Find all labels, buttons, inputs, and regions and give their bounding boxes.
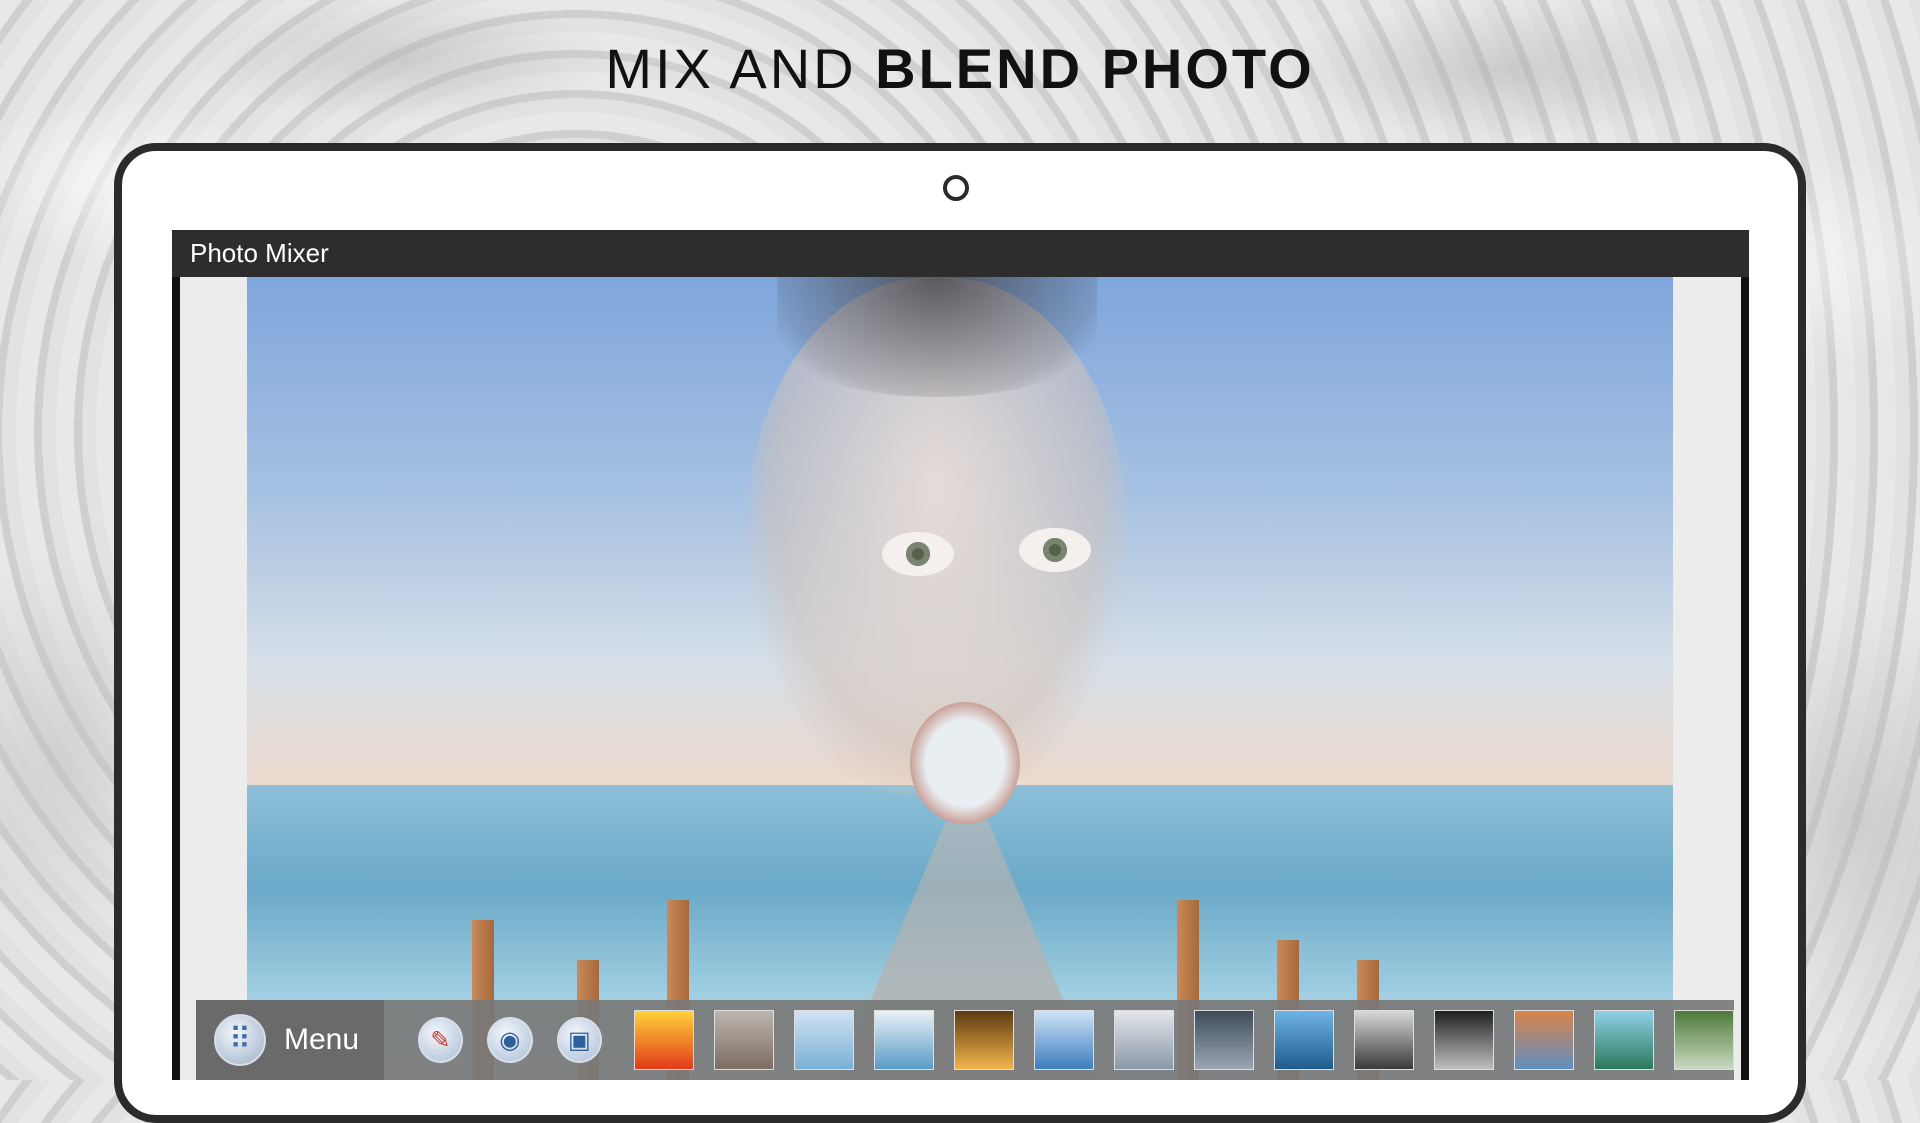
thumb-lighthouse-winter[interactable] <box>1114 1010 1174 1070</box>
apps-grid-icon: ⠿ <box>214 1014 266 1066</box>
thumb-blue-pier[interactable] <box>1274 1010 1334 1070</box>
photo-mouth <box>910 702 1020 824</box>
thumb-sunset[interactable] <box>634 1010 694 1070</box>
thumb-beach-clouds[interactable] <box>874 1010 934 1070</box>
thumb-pier[interactable] <box>794 1010 854 1070</box>
headline-light: MIX AND <box>605 37 857 100</box>
thumb-mountains[interactable] <box>714 1010 774 1070</box>
gallery-icon[interactable]: ▣ <box>556 1017 602 1063</box>
bottom-toolbar: ⠿ Menu ✎ ◉ ▣ <box>196 1000 1734 1080</box>
thumb-swan[interactable] <box>1034 1010 1094 1070</box>
thumb-desert-road[interactable] <box>1514 1010 1574 1070</box>
thumb-waterfall[interactable] <box>1594 1010 1654 1070</box>
photo-left-eye <box>882 532 954 576</box>
blended-photo[interactable] <box>247 277 1673 1080</box>
canvas-area[interactable]: ⠿ Menu ✎ ◉ ▣ <box>180 277 1741 1080</box>
page-headline: MIX AND BLEND PHOTO <box>0 36 1920 101</box>
thumb-lit-room[interactable] <box>954 1010 1014 1070</box>
photo-right-eye <box>1019 528 1091 572</box>
edit-icon[interactable]: ✎ <box>417 1017 464 1063</box>
menu-button[interactable]: ⠿ Menu <box>196 1000 384 1080</box>
webcam-icon <box>943 175 969 201</box>
menu-label: Menu <box>284 1023 360 1056</box>
thumb-forest-stream[interactable] <box>1674 1010 1734 1070</box>
thumb-bw-waterfall[interactable] <box>1354 1010 1414 1070</box>
camera-icon[interactable]: ◉ <box>487 1017 533 1063</box>
thumbnail-strip <box>610 1010 1734 1070</box>
headline-bold: BLEND PHOTO <box>875 37 1315 100</box>
thumb-dark-pier[interactable] <box>1194 1010 1254 1070</box>
thumb-city-night[interactable] <box>1434 1010 1494 1070</box>
window-title: Photo Mixer <box>172 230 1749 277</box>
app-window: Photo Mixer ⠿ Menu ✎ ◉ ▣ <box>172 230 1749 1080</box>
photo-hair <box>777 277 1097 397</box>
